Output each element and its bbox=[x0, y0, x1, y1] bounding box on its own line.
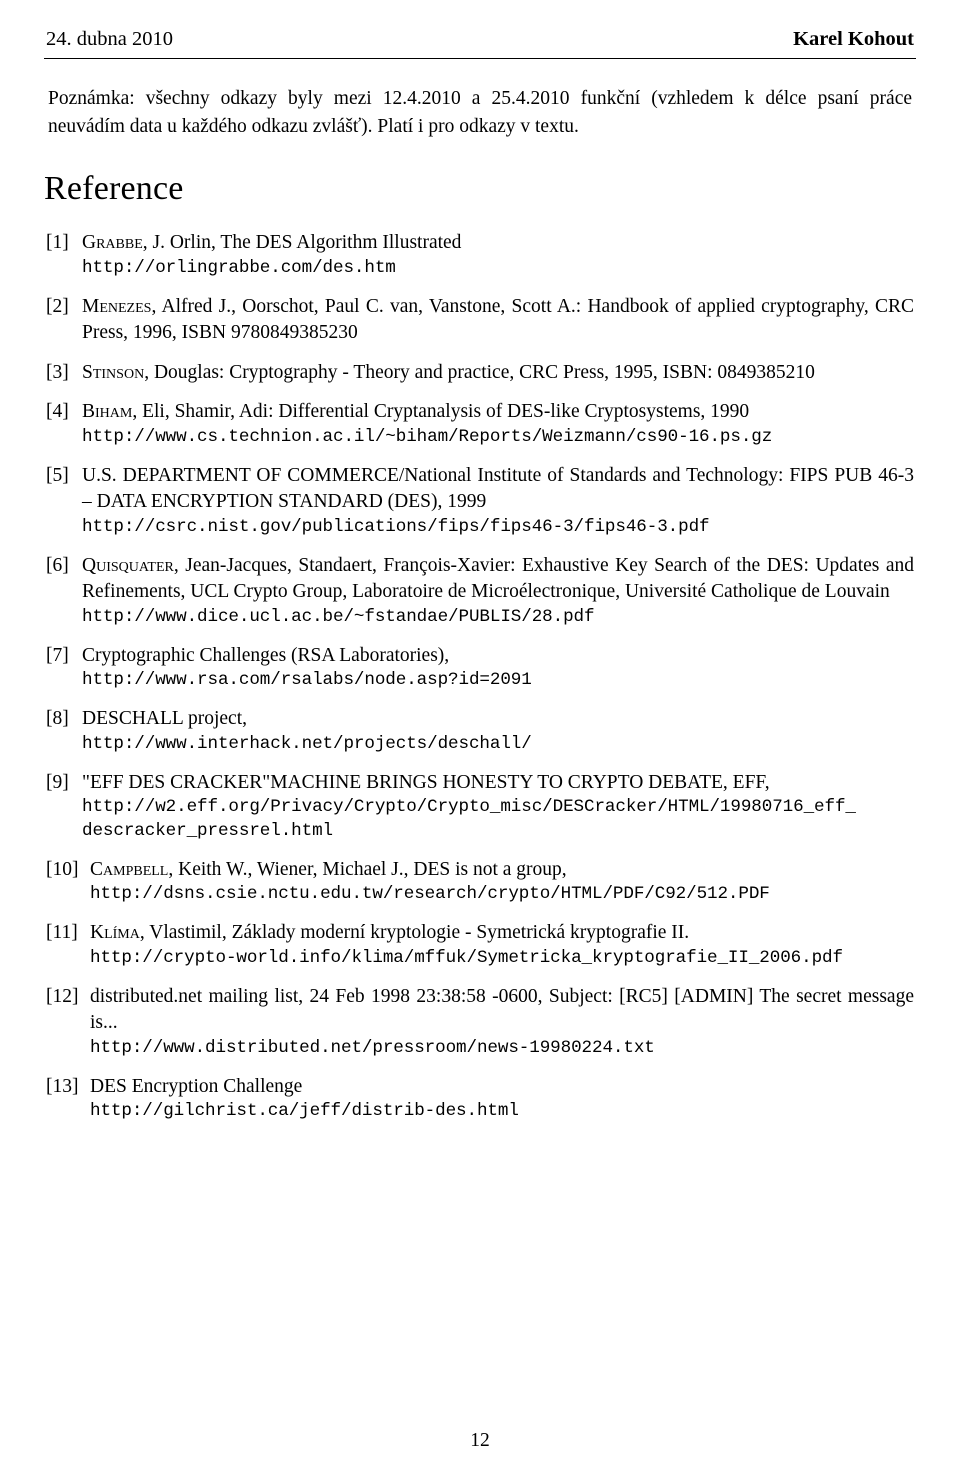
list-item: [8] DESCHALL project, http://www.interha… bbox=[46, 706, 914, 756]
reference-text: , Eli, Shamir, Adi: Differential Cryptan… bbox=[132, 401, 750, 423]
reference-author: Biham bbox=[82, 401, 133, 423]
reference-label: [6] bbox=[46, 554, 69, 576]
reference-body: Biham, Eli, Shamir, Adi: Differential Cr… bbox=[82, 399, 914, 449]
reference-label: [10] bbox=[46, 858, 79, 880]
document-page: 24. dubna 2010 Karel Kohout Poznámka: vš… bbox=[0, 0, 960, 1480]
reference-text: , Keith W., Wiener, Michael J., DES is n… bbox=[168, 858, 567, 880]
reference-label: [13] bbox=[46, 1075, 79, 1097]
reference-label: [7] bbox=[46, 644, 69, 666]
reference-author: Stinson bbox=[82, 361, 145, 383]
reference-url-continuation[interactable]: descracker_pressrel.html bbox=[82, 820, 914, 844]
reference-text: distributed.net mailing list, 24 Feb 199… bbox=[90, 985, 914, 1034]
list-item: [10] Campbell, Keith W., Wiener, Michael… bbox=[46, 857, 914, 907]
reference-text: , Vlastimil, Základy moderní kryptologie… bbox=[139, 922, 690, 944]
page-number: 12 bbox=[470, 1430, 490, 1451]
list-item: [4] Biham, Eli, Shamir, Adi: Differentia… bbox=[46, 399, 914, 449]
reference-text: Cryptographic Challenges (RSA Laboratori… bbox=[82, 644, 450, 666]
reference-body: distributed.net mailing list, 24 Feb 199… bbox=[90, 984, 914, 1061]
reference-body: Campbell, Keith W., Wiener, Michael J., … bbox=[90, 857, 914, 907]
reference-url[interactable]: http://csrc.nist.gov/publications/fips/f… bbox=[82, 516, 914, 540]
reference-body: Stinson, Douglas: Cryptography - Theory … bbox=[82, 360, 914, 387]
reference-text: DES Encryption Challenge bbox=[90, 1075, 303, 1097]
reference-label: [9] bbox=[46, 771, 69, 793]
reference-url[interactable]: http://www.distributed.net/pressroom/new… bbox=[90, 1037, 914, 1061]
reference-text: , Alfred J., Oorschot, Paul C. van, Vans… bbox=[82, 295, 914, 344]
reference-url[interactable]: http://orlingrabbe.com/des.htm bbox=[82, 257, 914, 281]
list-item: [5] U.S. DEPARTMENT OF COMMERCE/National… bbox=[46, 463, 914, 540]
list-item: [6] Quisquater, Jean-Jacques, Standaert,… bbox=[46, 553, 914, 630]
page-title: Reference bbox=[44, 170, 184, 208]
list-item: [11] Klíma, Vlastimil, Základy moderní k… bbox=[46, 920, 914, 970]
reference-author: Grabbe bbox=[82, 232, 143, 254]
header-rule bbox=[44, 58, 916, 59]
reference-body: Quisquater, Jean-Jacques, Standaert, Fra… bbox=[82, 553, 914, 630]
reference-label: [12] bbox=[46, 985, 79, 1007]
list-item: [7] Cryptographic Challenges (RSA Labora… bbox=[46, 643, 914, 693]
reference-label: [1] bbox=[46, 232, 69, 254]
list-item: [3] Stinson, Douglas: Cryptography - The… bbox=[46, 360, 914, 387]
reference-url[interactable]: http://www.interhack.net/projects/descha… bbox=[82, 733, 914, 757]
reference-url[interactable]: http://www.cs.technion.ac.il/~biham/Repo… bbox=[82, 426, 914, 450]
list-item: [2] Menezes, Alfred J., Oorschot, Paul C… bbox=[46, 294, 914, 347]
reference-author: Campbell bbox=[90, 858, 169, 880]
reference-body: DESCHALL project, http://www.interhack.n… bbox=[82, 706, 914, 756]
reference-body: Grabbe, J. Orlin, The DES Algorithm Illu… bbox=[82, 230, 914, 280]
reference-text: , Jean-Jacques, Standaert, François-Xavi… bbox=[82, 554, 914, 603]
reference-label: [4] bbox=[46, 401, 69, 423]
reference-url[interactable]: http://gilchrist.ca/jeff/distrib-des.htm… bbox=[90, 1100, 914, 1124]
reference-author: Menezes bbox=[82, 295, 152, 317]
list-item: [9] "EFF DES CRACKER"MACHINE BRINGS HONE… bbox=[46, 770, 914, 844]
reference-label: [8] bbox=[46, 708, 69, 730]
reference-url[interactable]: http://www.dice.ucl.ac.be/~fstandae/PUBL… bbox=[82, 606, 914, 630]
reference-body: Menezes, Alfred J., Oorschot, Paul C. va… bbox=[82, 294, 914, 347]
reference-url[interactable]: http://w2.eff.org/Privacy/Crypto/Crypto_… bbox=[82, 796, 914, 820]
reference-body: "EFF DES CRACKER"MACHINE BRINGS HONESTY … bbox=[82, 770, 914, 844]
reference-label: [5] bbox=[46, 464, 69, 486]
reference-text: , J. Orlin, The DES Algorithm Illustrate… bbox=[142, 232, 462, 254]
reference-body: Klíma, Vlastimil, Základy moderní krypto… bbox=[90, 920, 914, 970]
reference-url[interactable]: http://www.rsa.com/rsalabs/node.asp?id=2… bbox=[82, 669, 914, 693]
reference-label: [3] bbox=[46, 361, 69, 383]
reference-label: [11] bbox=[46, 922, 78, 944]
reference-body: DES Encryption Challenge http://gilchris… bbox=[90, 1074, 914, 1124]
reference-url[interactable]: http://dsns.csie.nctu.edu.tw/research/cr… bbox=[90, 883, 914, 907]
reference-body: Cryptographic Challenges (RSA Laboratori… bbox=[82, 643, 914, 693]
list-item: [13] DES Encryption Challenge http://gil… bbox=[46, 1074, 914, 1124]
list-item: [12] distributed.net mailing list, 24 Fe… bbox=[46, 984, 914, 1061]
bibliography-list: [1] Grabbe, J. Orlin, The DES Algorithm … bbox=[46, 230, 914, 1124]
header-date: 24. dubna 2010 bbox=[46, 28, 173, 50]
reference-author: Klíma bbox=[90, 922, 140, 944]
reference-text: U.S. DEPARTMENT OF COMMERCE/National Ins… bbox=[82, 464, 914, 513]
reference-author: Quisquater bbox=[82, 554, 174, 576]
running-header: 24. dubna 2010 Karel Kohout bbox=[44, 28, 916, 58]
note-paragraph: Poznámka: všechny odkazy byly mezi 12.4.… bbox=[48, 88, 912, 137]
header-author: Karel Kohout bbox=[793, 28, 914, 50]
reference-label: [2] bbox=[46, 295, 69, 317]
reference-body: U.S. DEPARTMENT OF COMMERCE/National Ins… bbox=[82, 463, 914, 540]
reference-text: , Douglas: Cryptography - Theory and pra… bbox=[144, 361, 815, 383]
reference-url[interactable]: http://crypto-world.info/klima/mffuk/Sym… bbox=[90, 947, 914, 971]
list-item: [1] Grabbe, J. Orlin, The DES Algorithm … bbox=[46, 230, 914, 280]
reference-text: DESCHALL project, bbox=[82, 708, 247, 730]
reference-text: "EFF DES CRACKER"MACHINE BRINGS HONESTY … bbox=[82, 771, 770, 793]
